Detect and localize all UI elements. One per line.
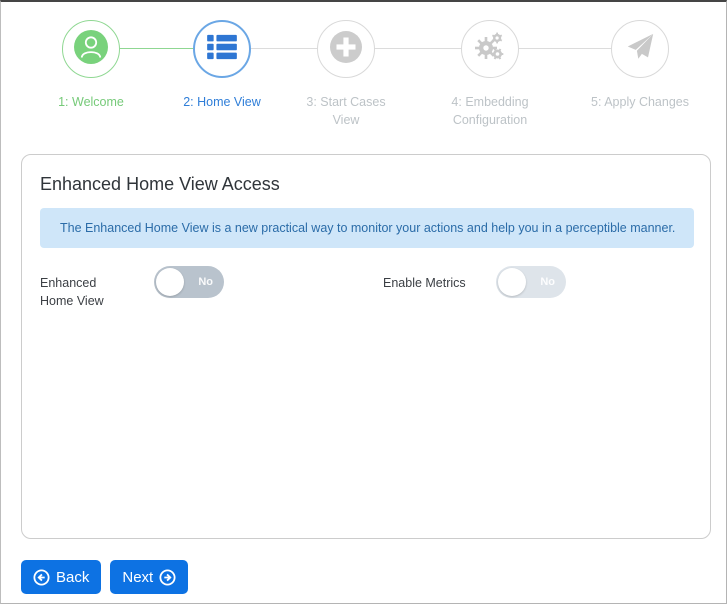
wizard-window: 1: Welcome 2: Home View 3: Start Cases V… [0,0,727,604]
paper-plane-icon [624,31,656,68]
list-icon [206,34,238,65]
info-alert-text: The Enhanced Home View is a new practica… [60,221,676,235]
wizard-actions: Back Next [21,560,189,594]
step-home-view-circle[interactable] [193,20,251,78]
next-button-label: Next [122,568,154,586]
step-start-cases-view[interactable]: 3: Start Cases View [298,20,394,129]
arrow-circle-left-icon [33,568,50,586]
step-home-view[interactable]: 2: Home View [162,20,282,111]
step-embedding-label: 4: Embedding Configuration [451,95,529,128]
page-title: Enhanced Home View Access [40,174,280,194]
step-welcome-label: 1: Welcome [58,95,124,109]
step-apply-circle[interactable] [611,20,669,78]
enable-metrics-label: Enable Metrics [383,276,466,290]
step-welcome[interactable]: 1: Welcome [36,20,146,111]
toggle-state-text: No [540,276,555,288]
step-start-cases-label: 3: Start Cases View [306,95,386,128]
toggle-state-text: No [198,276,213,288]
wizard-stepper: 1: Welcome 2: Home View 3: Start Cases V… [1,2,726,142]
step-embedding-circle[interactable] [461,20,519,78]
step-embedding-configuration[interactable]: 4: Embedding Configuration [428,20,552,129]
toggle-knob [498,268,526,296]
plus-circle-icon [329,30,363,69]
enhanced-home-view-toggle[interactable]: No [154,266,224,298]
info-alert: The Enhanced Home View is a new practica… [40,208,694,248]
user-circle-icon [73,29,109,70]
next-button[interactable]: Next [110,560,189,594]
arrow-circle-right-icon [159,568,176,586]
step-start-cases-circle[interactable] [317,20,375,78]
toggle-knob [156,268,184,296]
back-button[interactable]: Back [21,560,102,594]
back-button-label: Back [56,568,90,586]
step-welcome-circle[interactable] [62,20,120,78]
step-home-view-label: 2: Home View [183,95,261,109]
home-view-panel: Enhanced Home View Access The Enhanced H… [21,154,711,539]
step-apply-changes[interactable]: 5: Apply Changes [575,20,705,111]
gears-icon [472,29,508,70]
enhanced-home-view-label: Enhanced Home View [40,276,104,309]
step-apply-label: 5: Apply Changes [591,95,689,109]
enable-metrics-toggle[interactable]: No [496,266,566,298]
